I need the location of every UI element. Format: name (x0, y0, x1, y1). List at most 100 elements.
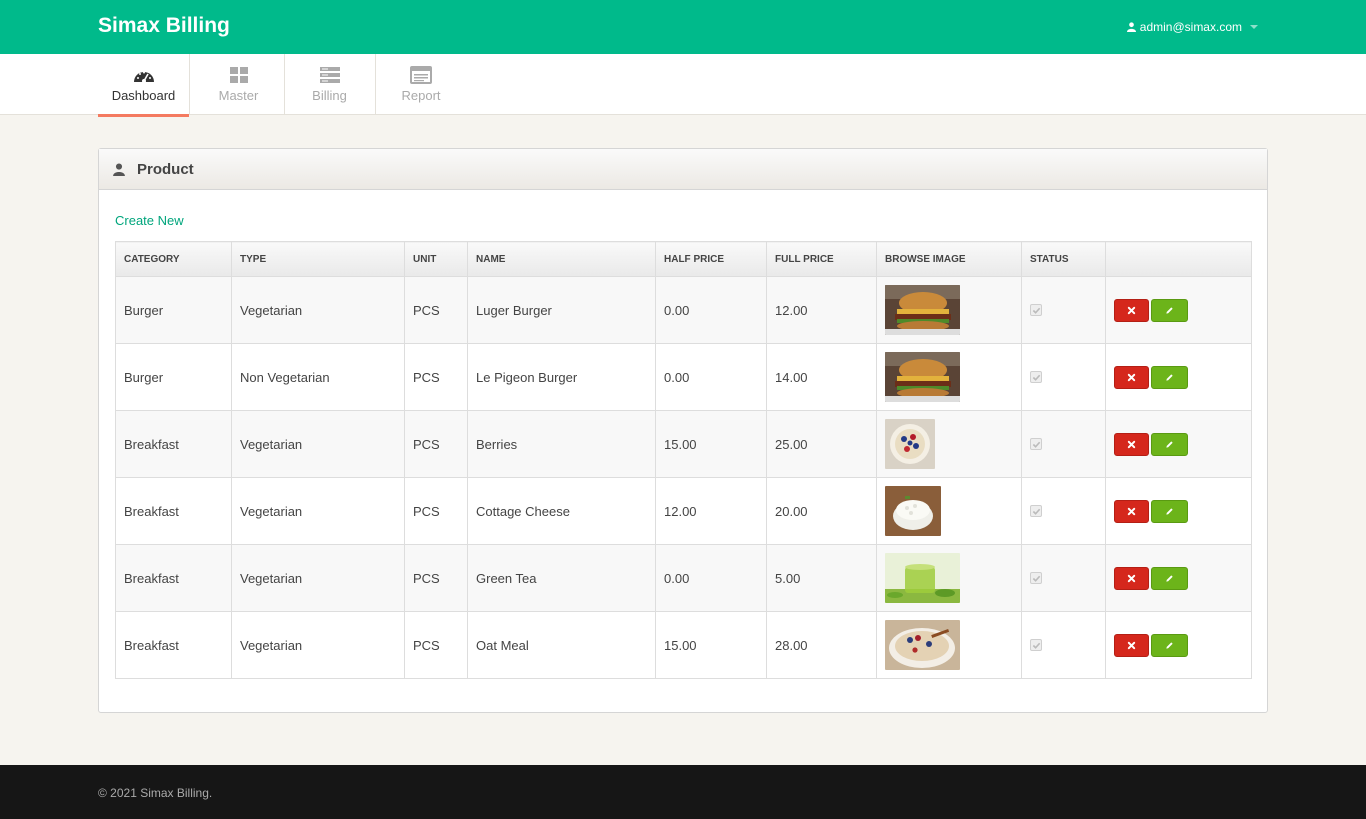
status-checkbox[interactable] (1030, 304, 1042, 316)
dashboard-icon (133, 71, 154, 83)
close-icon (1127, 574, 1136, 582)
table-header-row: CATEGORY TYPE UNIT NAME HALF PRICE FULL … (115, 241, 1252, 277)
user-icon (113, 162, 125, 176)
col-browse-image[interactable]: BROWSE IMAGE (876, 241, 1022, 277)
tab-label: Dashboard (111, 88, 176, 103)
close-icon (1127, 373, 1136, 381)
cell-category: Burger (115, 276, 232, 344)
tab-billing[interactable]: Billing (284, 54, 376, 115)
col-actions (1105, 241, 1252, 277)
edit-button[interactable] (1151, 432, 1188, 456)
chevron-down-icon (1250, 25, 1258, 29)
col-status[interactable]: STATUS (1021, 241, 1106, 277)
app-brand[interactable]: Simax Billing (98, 14, 230, 38)
delete-button[interactable] (1114, 499, 1149, 523)
cell-status (1021, 276, 1106, 344)
berries-bowl-image (885, 419, 935, 469)
list-icon (319, 67, 340, 83)
cell-category: Breakfast (115, 410, 232, 478)
tab-label: Billing (312, 88, 347, 103)
col-type[interactable]: TYPE (231, 241, 405, 277)
tab-report[interactable]: Report (375, 54, 467, 115)
edit-button[interactable] (1151, 566, 1188, 590)
pencil-icon (1166, 440, 1173, 448)
cell-name: Cottage Cheese (467, 477, 656, 545)
table-row: Breakfast Vegetarian PCS Green Tea 0.00 5.00 (115, 544, 1252, 612)
col-name[interactable]: NAME (467, 241, 656, 277)
cell-image (876, 410, 1022, 478)
tab-label: Master (218, 88, 259, 103)
status-checkbox[interactable] (1030, 505, 1042, 517)
delete-button[interactable] (1114, 633, 1149, 657)
cell-full-price: 20.00 (766, 477, 877, 545)
cottage-cheese-image (885, 486, 941, 536)
delete-button[interactable] (1114, 298, 1149, 322)
edit-button[interactable] (1151, 499, 1188, 523)
col-half-price[interactable]: HALF PRICE (655, 241, 767, 277)
cell-type: Vegetarian (231, 544, 405, 612)
status-checkbox[interactable] (1030, 572, 1042, 584)
close-icon (1127, 306, 1136, 314)
copyright-text: © 2021 Simax Billing. (98, 786, 213, 800)
cell-half-price: 15.00 (655, 611, 767, 679)
cell-half-price: 0.00 (655, 276, 767, 344)
pencil-icon (1166, 373, 1173, 381)
cell-unit: PCS (404, 544, 468, 612)
delete-button[interactable] (1114, 365, 1149, 389)
cell-status (1021, 477, 1106, 545)
panel-header: Product (99, 149, 1267, 190)
check-icon (1032, 441, 1040, 448)
oat-meal-image (885, 620, 960, 670)
user-icon (1126, 22, 1136, 32)
col-category[interactable]: CATEGORY (115, 241, 232, 277)
table-row: Burger Vegetarian PCS Luger Burger 0.00 12.00 (115, 276, 1252, 344)
edit-button[interactable] (1151, 365, 1188, 389)
user-menu[interactable]: admin@simax.com (1126, 20, 1258, 34)
report-icon (410, 66, 432, 84)
tab-master[interactable]: Master (193, 54, 285, 115)
panel-title: Product (137, 160, 194, 178)
cell-image (876, 343, 1022, 411)
burger-image (885, 352, 960, 402)
product-panel: Product Create New CATEGORY TYPE UNIT NA… (98, 148, 1268, 713)
cell-unit: PCS (404, 477, 468, 545)
create-new-link[interactable]: Create New (115, 213, 184, 228)
cell-category: Breakfast (115, 477, 232, 545)
cell-type: Non Vegetarian (231, 343, 405, 411)
status-checkbox[interactable] (1030, 371, 1042, 383)
col-full-price[interactable]: FULL PRICE (766, 241, 877, 277)
cell-full-price: 12.00 (766, 276, 877, 344)
pencil-icon (1166, 574, 1173, 582)
cell-status (1021, 410, 1106, 478)
cell-unit: PCS (404, 343, 468, 411)
cell-full-price: 5.00 (766, 544, 877, 612)
close-icon (1127, 641, 1136, 649)
grid-icon (229, 67, 248, 83)
tab-dashboard[interactable]: Dashboard (98, 54, 190, 117)
cell-category: Breakfast (115, 611, 232, 679)
col-unit[interactable]: UNIT (404, 241, 468, 277)
cell-name: Green Tea (467, 544, 656, 612)
cell-name: Oat Meal (467, 611, 656, 679)
delete-button[interactable] (1114, 432, 1149, 456)
table-row: Breakfast Vegetarian PCS Cottage Cheese 12.0… (115, 477, 1252, 545)
table-row: Burger Non Vegetarian PCS Le Pigeon Burger 0… (115, 343, 1252, 411)
cell-status (1021, 611, 1106, 679)
cell-name: Luger Burger (467, 276, 656, 344)
cell-image (876, 477, 1022, 545)
cell-actions (1105, 477, 1252, 545)
check-icon (1032, 642, 1040, 649)
burger-image (885, 285, 960, 335)
cell-half-price: 15.00 (655, 410, 767, 478)
cell-unit: PCS (404, 276, 468, 344)
status-checkbox[interactable] (1030, 438, 1042, 450)
cell-actions (1105, 276, 1252, 344)
check-icon (1032, 575, 1040, 582)
cell-name: Berries (467, 410, 656, 478)
edit-button[interactable] (1151, 298, 1188, 322)
pencil-icon (1166, 306, 1173, 314)
cell-full-price: 25.00 (766, 410, 877, 478)
edit-button[interactable] (1151, 633, 1188, 657)
delete-button[interactable] (1114, 566, 1149, 590)
status-checkbox[interactable] (1030, 639, 1042, 651)
